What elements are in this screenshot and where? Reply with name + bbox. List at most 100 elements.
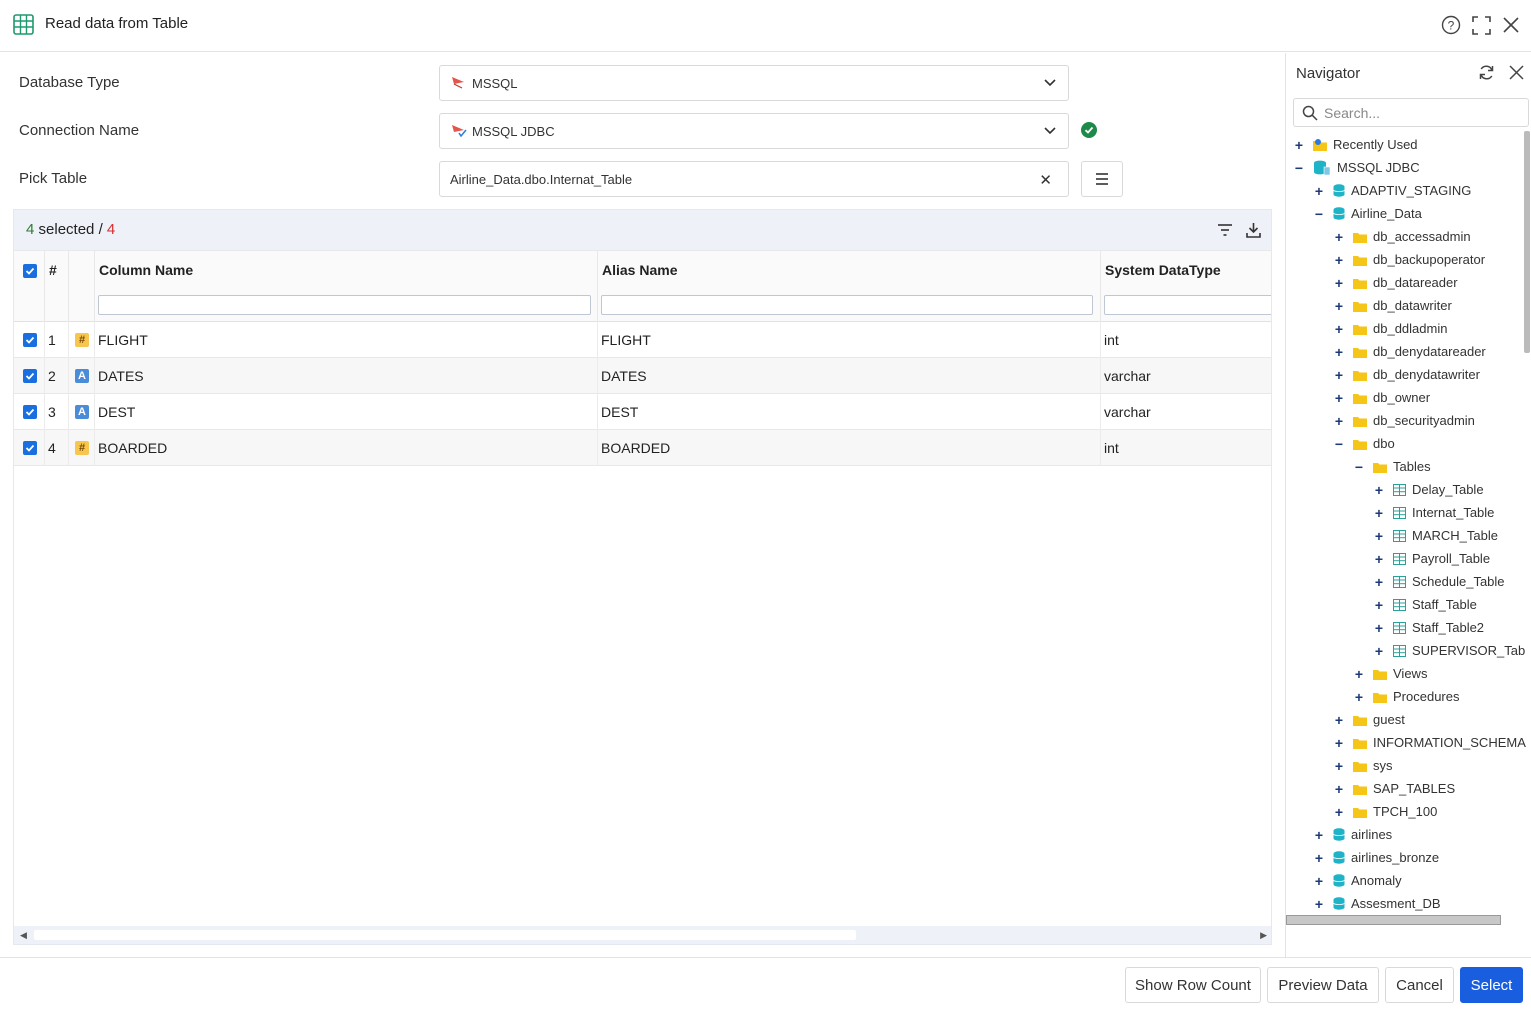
expand-icon[interactable]: + — [1333, 367, 1345, 383]
filter-icon[interactable] — [1217, 223, 1233, 240]
table-row[interactable]: 3 A DEST DEST varchar — [14, 394, 1271, 430]
tree-node[interactable]: + Assesment_DB — [1313, 892, 1441, 915]
expand-icon[interactable]: + — [1373, 574, 1385, 590]
refresh-icon[interactable] — [1478, 64, 1495, 84]
tree-node[interactable]: + db_denydatareader — [1333, 340, 1486, 363]
maximize-icon[interactable] — [1470, 14, 1492, 36]
tree-node[interactable]: − Tables — [1353, 455, 1431, 478]
expand-icon[interactable]: + — [1313, 873, 1325, 889]
tree-node[interactable]: + db_backupoperator — [1333, 248, 1485, 271]
select-all-checkbox[interactable] — [23, 264, 37, 278]
expand-icon[interactable]: + — [1373, 482, 1385, 498]
expand-icon[interactable]: + — [1333, 781, 1345, 797]
expand-icon[interactable]: + — [1333, 344, 1345, 360]
expand-icon[interactable]: + — [1373, 620, 1385, 636]
select-button[interactable]: Select — [1460, 967, 1523, 1003]
tree-node[interactable]: + db_datareader — [1333, 271, 1458, 294]
tree-node[interactable]: + guest — [1333, 708, 1405, 731]
close-icon[interactable] — [1500, 14, 1522, 36]
tree-node[interactable]: + db_denydatawriter — [1333, 363, 1480, 386]
scroll-right-icon[interactable]: ▶ — [1260, 930, 1267, 941]
tree-node[interactable]: + Staff_Table — [1373, 593, 1477, 616]
tree-node[interactable]: + Delay_Table — [1373, 478, 1484, 501]
expand-icon[interactable]: + — [1333, 390, 1345, 406]
expand-icon[interactable]: + — [1333, 298, 1345, 314]
tree-node[interactable]: + Schedule_Table — [1373, 570, 1505, 593]
tree-node[interactable]: + db_securityadmin — [1333, 409, 1475, 432]
connection-name-select[interactable]: MSSQL JDBC — [439, 113, 1069, 149]
expand-icon[interactable]: + — [1373, 551, 1385, 567]
expand-icon[interactable]: + — [1333, 252, 1345, 268]
row-checkbox[interactable] — [23, 405, 37, 419]
navigator-search-input[interactable]: Search... — [1293, 98, 1529, 127]
expand-icon[interactable]: + — [1373, 528, 1385, 544]
tree-node[interactable]: − dbo — [1333, 432, 1395, 455]
help-icon[interactable]: ? — [1440, 14, 1462, 36]
pick-table-input[interactable]: Airline_Data.dbo.Internat_Table ✕ — [439, 161, 1069, 197]
tree-node[interactable]: + db_datawriter — [1333, 294, 1452, 317]
scroll-left-icon[interactable]: ◀ — [20, 930, 27, 941]
tree-node[interactable]: + db_owner — [1333, 386, 1430, 409]
tree-node[interactable]: + sys — [1333, 754, 1393, 777]
expand-icon[interactable]: + — [1333, 321, 1345, 337]
header-alias-name[interactable]: Alias Name — [598, 251, 1101, 323]
header-system-datatype[interactable]: System DataType — [1101, 251, 1271, 323]
header-select-all[interactable] — [14, 251, 45, 323]
expand-icon[interactable]: + — [1333, 735, 1345, 751]
alias-name-filter-input[interactable] — [601, 295, 1093, 315]
close-navigator-icon[interactable] — [1509, 65, 1524, 83]
preview-data-button[interactable]: Preview Data — [1267, 967, 1379, 1003]
expand-icon[interactable]: + — [1333, 712, 1345, 728]
collapse-icon[interactable]: − — [1313, 206, 1325, 222]
navigator-horizontal-scrollbar[interactable] — [1286, 915, 1501, 925]
header-column-name[interactable]: Column Name — [95, 251, 598, 323]
tree-node[interactable]: + TPCH_100 — [1333, 800, 1437, 823]
expand-icon[interactable]: + — [1293, 137, 1305, 153]
navigator-vertical-scrollbar[interactable] — [1524, 131, 1530, 353]
tree-node[interactable]: − MSSQL JDBC — [1293, 156, 1420, 179]
tree-node[interactable]: + Views — [1353, 662, 1428, 685]
tree-node[interactable]: + INFORMATION_SCHEMA — [1333, 731, 1526, 754]
database-type-select[interactable]: MSSQL — [439, 65, 1069, 101]
row-checkbox[interactable] — [23, 333, 37, 347]
tree-node[interactable]: + SAP_TABLES — [1333, 777, 1455, 800]
expand-icon[interactable]: + — [1313, 850, 1325, 866]
tree-node[interactable]: + Recently Used — [1293, 133, 1418, 156]
datatype-filter-input[interactable] — [1104, 295, 1271, 315]
tree-node[interactable]: + Payroll_Table — [1373, 547, 1490, 570]
table-row[interactable]: 1 # FLIGHT FLIGHT int — [14, 322, 1271, 358]
expand-icon[interactable]: + — [1333, 804, 1345, 820]
expand-icon[interactable]: + — [1333, 229, 1345, 245]
cancel-button[interactable]: Cancel — [1385, 967, 1454, 1003]
tree-node[interactable]: + db_ddladmin — [1333, 317, 1448, 340]
expand-icon[interactable]: + — [1333, 758, 1345, 774]
tree-node[interactable]: + Procedures — [1353, 685, 1460, 708]
tree-node[interactable]: + ADAPTIV_STAGING — [1313, 179, 1472, 202]
collapse-icon[interactable]: − — [1293, 160, 1305, 176]
clear-icon[interactable]: ✕ — [1039, 171, 1052, 189]
expand-icon[interactable]: + — [1373, 505, 1385, 521]
expand-icon[interactable]: + — [1313, 183, 1325, 199]
tree-node[interactable]: + Staff_Table2 — [1373, 616, 1484, 639]
tree-node[interactable]: + Anomaly — [1313, 869, 1402, 892]
expand-icon[interactable]: + — [1373, 597, 1385, 613]
download-icon[interactable] — [1246, 222, 1261, 241]
row-checkbox[interactable] — [23, 441, 37, 455]
scrollbar-thumb[interactable] — [34, 930, 856, 940]
expand-icon[interactable]: + — [1353, 666, 1365, 682]
expand-icon[interactable]: + — [1333, 413, 1345, 429]
expand-icon[interactable]: + — [1353, 689, 1365, 705]
collapse-icon[interactable]: − — [1353, 459, 1365, 475]
table-row[interactable]: 2 A DATES DATES varchar — [14, 358, 1271, 394]
tree-node[interactable]: − Airline_Data — [1313, 202, 1422, 225]
row-checkbox[interactable] — [23, 369, 37, 383]
column-name-filter-input[interactable] — [98, 295, 591, 315]
browse-tables-button[interactable] — [1081, 161, 1123, 197]
tree-node[interactable]: + airlines — [1313, 823, 1392, 846]
table-row[interactable]: 4 # BOARDED BOARDED int — [14, 430, 1271, 466]
expand-icon[interactable]: + — [1313, 896, 1325, 912]
tree-node[interactable]: + SUPERVISOR_Table — [1373, 639, 1526, 662]
grid-horizontal-scrollbar[interactable]: ◀ ▶ — [14, 926, 1271, 944]
tree-node[interactable]: + MARCH_Table — [1373, 524, 1498, 547]
show-row-count-button[interactable]: Show Row Count — [1125, 967, 1261, 1003]
